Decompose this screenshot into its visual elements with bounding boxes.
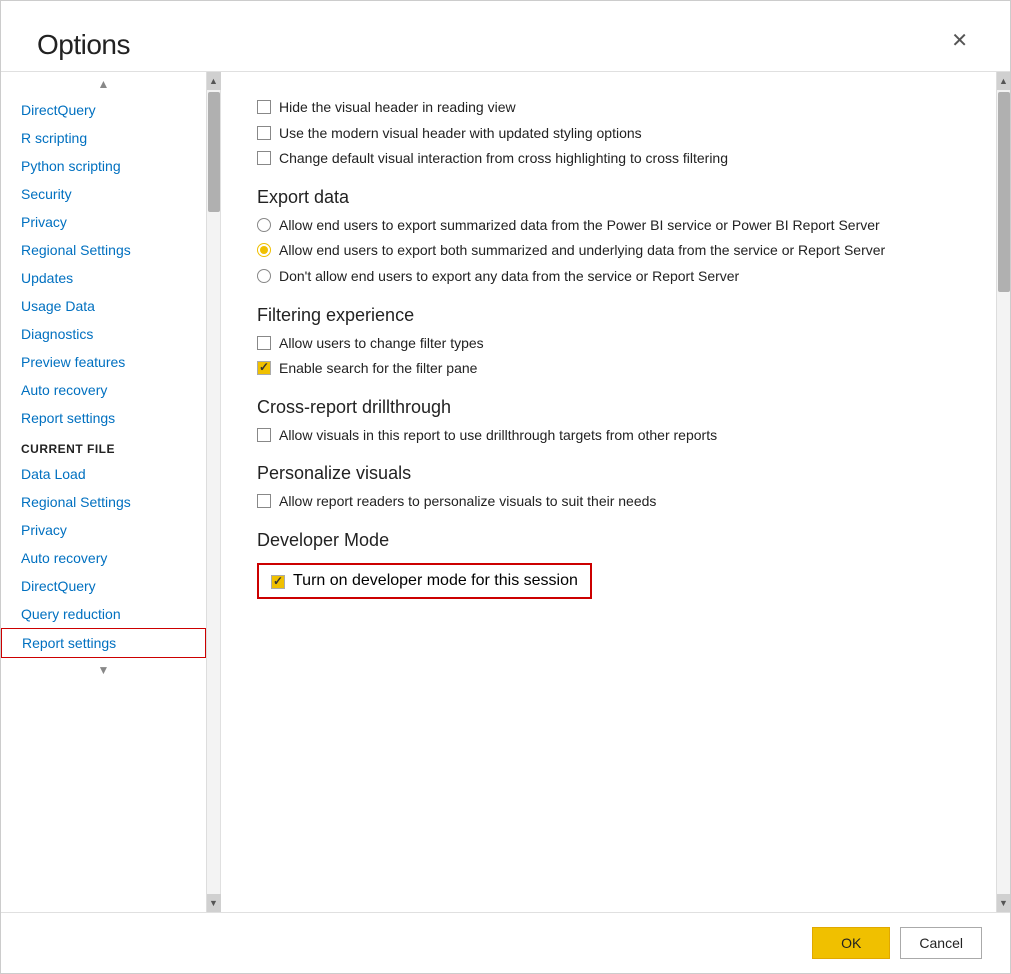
label-personalize-visuals: Allow report readers to personalize visu… [279, 492, 656, 512]
section-developer-mode: Developer Mode [257, 530, 960, 551]
sidebar-item-preview-features[interactable]: Preview features [1, 348, 206, 376]
sidebar-item-python-scripting[interactable]: Python scripting [1, 152, 206, 180]
option-export-none: Don't allow end users to export any data… [257, 267, 960, 287]
sidebar-item-privacy[interactable]: Privacy [1, 208, 206, 236]
sidebar-item-updates[interactable]: Updates [1, 264, 206, 292]
section-personalize-visuals: Personalize visuals [257, 463, 960, 484]
main-scrollbar: ▲ ▼ [996, 72, 1010, 912]
option-allow-drillthrough: Allow visuals in this report to use dril… [257, 426, 960, 446]
main-scroll-up-btn[interactable]: ▲ [997, 72, 1011, 90]
checkbox-modern-visual-header[interactable] [257, 126, 271, 140]
label-allow-drillthrough: Allow visuals in this report to use dril… [279, 426, 717, 446]
sidebar-item-data-load[interactable]: Data Load [1, 460, 206, 488]
sidebar-item-directquery[interactable]: DirectQuery [1, 96, 206, 124]
sidebar-item-r-scripting[interactable]: R scripting [1, 124, 206, 152]
sidebar-item-security[interactable]: Security [1, 180, 206, 208]
main-scroll-area: Hide the visual header in reading view U… [221, 72, 996, 912]
option-cross-highlighting: Change default visual interaction from c… [257, 149, 960, 169]
sidebar-item-auto-recovery[interactable]: Auto recovery [1, 376, 206, 404]
option-enable-search-filter: Enable search for the filter pane [257, 359, 960, 379]
checkbox-cross-highlighting[interactable] [257, 151, 271, 165]
checkbox-developer-mode[interactable] [271, 575, 285, 589]
ok-button[interactable]: OK [812, 927, 890, 959]
options-dialog: Options ✕ ▲ DirectQuery R scripting Pyth… [0, 0, 1011, 974]
cancel-button[interactable]: Cancel [900, 927, 982, 959]
dialog-title: Options [37, 29, 130, 61]
label-change-filter-types: Allow users to change filter types [279, 334, 484, 354]
sidebar-scroll-up[interactable]: ▲ [1, 72, 206, 96]
label-cross-highlighting: Change default visual interaction from c… [279, 149, 728, 169]
sidebar-scroll-thumb[interactable] [208, 92, 220, 212]
sidebar-item-report-settings-global[interactable]: Report settings [1, 404, 206, 432]
checkbox-change-filter-types[interactable] [257, 336, 271, 350]
main-scroll-thumb[interactable] [998, 92, 1010, 292]
main-scroll-track [997, 90, 1010, 894]
checkbox-allow-drillthrough[interactable] [257, 428, 271, 442]
option-personalize-visuals: Allow report readers to personalize visu… [257, 492, 960, 512]
checkbox-hide-visual-header[interactable] [257, 100, 271, 114]
main-content-area: Hide the visual header in reading view U… [221, 72, 1010, 912]
sidebar-item-regional-settings-cf[interactable]: Regional Settings [1, 488, 206, 516]
sidebar-scrollbar: ▲ ▼ [206, 72, 220, 912]
developer-mode-box: Turn on developer mode for this session [257, 563, 592, 599]
current-file-label: CURRENT FILE [1, 432, 206, 460]
option-change-filter-types: Allow users to change filter types [257, 334, 960, 354]
sidebar-item-auto-recovery-cf[interactable]: Auto recovery [1, 544, 206, 572]
sidebar-scroll-track [207, 90, 220, 894]
section-export-data: Export data [257, 187, 960, 208]
radio-export-both[interactable] [257, 243, 271, 257]
sidebar-scroll-down-btn[interactable]: ▼ [207, 894, 221, 912]
section-filtering-experience: Filtering experience [257, 305, 960, 326]
checkbox-personalize-visuals[interactable] [257, 494, 271, 508]
radio-export-summarized[interactable] [257, 218, 271, 232]
sidebar-item-regional-settings[interactable]: Regional Settings [1, 236, 206, 264]
main-scroll-down-btn[interactable]: ▼ [997, 894, 1011, 912]
dialog-header: Options ✕ [1, 1, 1010, 71]
close-button[interactable]: ✕ [945, 29, 974, 53]
sidebar: ▲ DirectQuery R scripting Python scripti… [1, 72, 221, 912]
radio-export-none[interactable] [257, 269, 271, 283]
sidebar-item-diagnostics[interactable]: Diagnostics [1, 320, 206, 348]
label-hide-visual-header: Hide the visual header in reading view [279, 98, 516, 118]
sidebar-content: ▲ DirectQuery R scripting Python scripti… [1, 72, 206, 912]
label-export-none: Don't allow end users to export any data… [279, 267, 739, 287]
option-hide-visual-header: Hide the visual header in reading view [257, 98, 960, 118]
sidebar-item-report-settings-cf[interactable]: Report settings [1, 628, 206, 658]
label-export-both: Allow end users to export both summarize… [279, 241, 885, 261]
option-export-summarized: Allow end users to export summarized dat… [257, 216, 960, 236]
sidebar-item-privacy-cf[interactable]: Privacy [1, 516, 206, 544]
section-cross-report: Cross-report drillthrough [257, 397, 960, 418]
sidebar-item-query-reduction[interactable]: Query reduction [1, 600, 206, 628]
option-modern-visual-header: Use the modern visual header with update… [257, 124, 960, 144]
sidebar-scroll-down[interactable]: ▼ [1, 658, 206, 682]
label-enable-search-filter: Enable search for the filter pane [279, 359, 477, 379]
sidebar-item-usage-data[interactable]: Usage Data [1, 292, 206, 320]
option-export-both: Allow end users to export both summarize… [257, 241, 960, 261]
label-developer-mode: Turn on developer mode for this session [293, 572, 578, 590]
sidebar-item-directquery-cf[interactable]: DirectQuery [1, 572, 206, 600]
label-export-summarized: Allow end users to export summarized dat… [279, 216, 880, 236]
dialog-footer: OK Cancel [1, 912, 1010, 973]
sidebar-scroll-up-btn[interactable]: ▲ [207, 72, 221, 90]
dialog-body: ▲ DirectQuery R scripting Python scripti… [1, 71, 1010, 912]
label-modern-visual-header: Use the modern visual header with update… [279, 124, 642, 144]
checkbox-enable-search-filter[interactable] [257, 361, 271, 375]
